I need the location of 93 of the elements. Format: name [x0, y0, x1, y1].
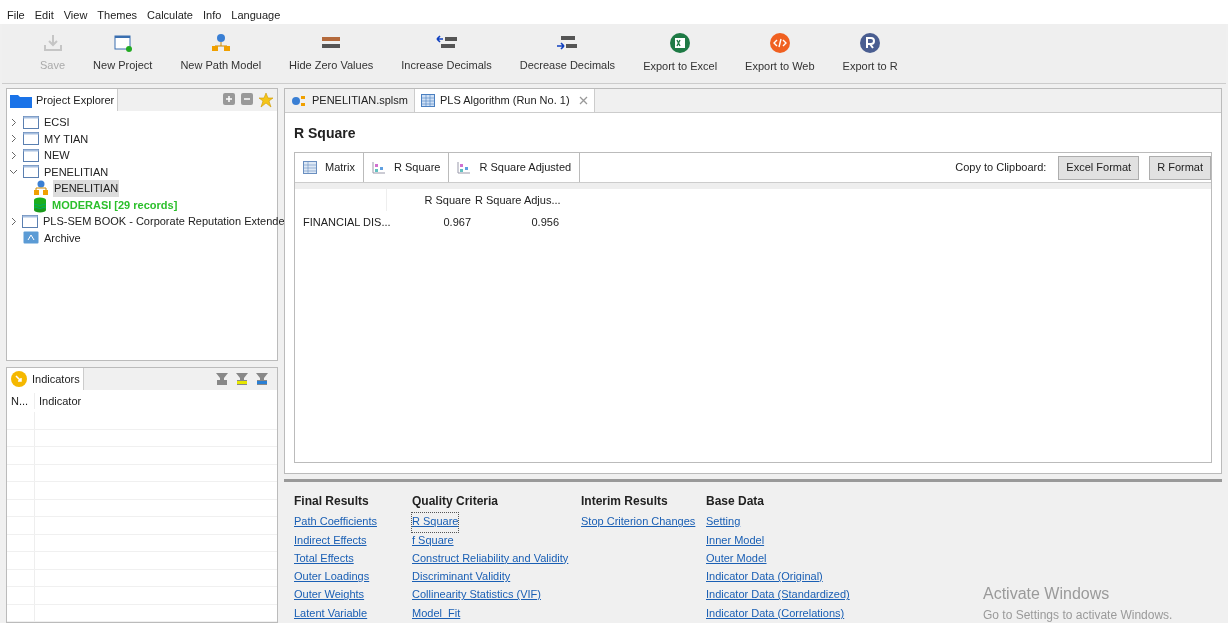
tree-item[interactable]: MY TIAN	[43, 130, 90, 147]
project-icon	[23, 165, 39, 179]
filter-icon[interactable]	[255, 372, 269, 386]
result-link[interactable]: Indicator Data (Standardized)	[706, 586, 850, 605]
menu-item[interactable]: Info	[202, 6, 222, 23]
clipboard-label: Copy to Clipboard:	[955, 160, 1047, 176]
spreadsheet-icon	[669, 32, 692, 55]
toolbar-button[interactable]: New Project	[79, 33, 167, 74]
toolbar-button[interactable]: Export to Excel	[629, 32, 732, 75]
section-heading: Final Results	[294, 493, 369, 511]
tree-item[interactable]: NEW	[43, 147, 71, 164]
section-heading: Interim Results	[581, 493, 668, 511]
tree-item[interactable]: ECSI	[43, 114, 71, 131]
section-heading: Base Data	[706, 493, 765, 511]
chart-icon	[457, 161, 472, 174]
toolbar-button[interactable]: Increase Decimals	[387, 33, 506, 74]
project-icon	[23, 115, 39, 129]
collapsed-caret-icon[interactable]	[9, 150, 19, 160]
database-icon	[33, 196, 47, 213]
chart-icon	[371, 161, 386, 174]
hierarchy-icon	[33, 180, 49, 197]
tree-item[interactable]: Archive	[43, 229, 82, 246]
collapsed-caret-icon[interactable]	[9, 117, 19, 127]
project-icon	[23, 132, 39, 146]
table-icon	[420, 94, 435, 107]
column-header: N...	[7, 392, 35, 410]
node-icon	[291, 94, 307, 107]
panel-tab[interactable]: Project Explorer	[7, 89, 119, 111]
menu-item[interactable]: Edit	[34, 6, 54, 23]
code-icon	[768, 32, 791, 55]
copy-button[interactable]: R Format	[1149, 155, 1211, 180]
collapsed-caret-icon[interactable]	[9, 134, 19, 144]
collapsed-caret-icon[interactable]	[9, 216, 18, 226]
result-link[interactable]: R Square	[412, 513, 459, 532]
section-heading: Quality Criteria	[412, 493, 499, 511]
panel-title: Project Explorer	[36, 92, 115, 108]
activation-notice-title: Activate Windows	[983, 584, 1111, 604]
result-link[interactable]: Indirect Effects	[294, 531, 367, 550]
tree-item[interactable]: PLS-SEM BOOK - Corporate Reputation Extende	[42, 213, 286, 230]
result-link[interactable]: f Square	[412, 531, 454, 550]
archive-icon	[23, 231, 39, 245]
menu-item[interactable]: Calculate	[147, 6, 193, 23]
expand-icon[interactable]	[222, 92, 236, 106]
table-cell-text: 0.956	[530, 214, 560, 230]
copy-button[interactable]: Excel Format	[1058, 155, 1140, 180]
panel-tab[interactable]: Indicators	[7, 368, 84, 390]
toolbar-button[interactable]: Export to R	[828, 32, 912, 75]
result-link[interactable]: Path Coefficients	[294, 513, 377, 532]
collapse-icon[interactable]	[240, 92, 254, 106]
report-title: R Square	[294, 124, 356, 143]
letter-icon	[859, 32, 882, 55]
toolbar-button[interactable]: Hide Zero Values	[275, 33, 388, 74]
result-link[interactable]: Inner Model	[706, 531, 765, 550]
tree-item[interactable]: PENELITIAN	[43, 163, 110, 180]
toolbar-button[interactable]: New Path Model	[166, 33, 276, 74]
toolbar-button[interactable]: Export to Web	[731, 32, 829, 75]
result-link[interactable]: Outer Weights	[294, 586, 365, 605]
menu-item[interactable]: Themes	[97, 6, 138, 23]
close-icon[interactable]	[578, 96, 588, 105]
result-link[interactable]: Model_Fit	[412, 604, 461, 623]
result-link[interactable]: Total Effects	[294, 549, 354, 569]
expanded-caret-icon[interactable]	[9, 167, 19, 177]
result-link[interactable]: Latent Variable	[294, 604, 368, 623]
window-icon	[112, 33, 133, 54]
activation-notice-text: Go to Settings to activate Windows.	[983, 607, 1173, 623]
result-link[interactable]: Outer Loadings	[294, 568, 370, 587]
folder-icon	[10, 92, 32, 108]
project-icon	[23, 148, 39, 162]
menu-item[interactable]: View	[63, 6, 88, 23]
column-header: R Square Adjus...	[475, 192, 562, 208]
result-link[interactable]: Indicator Data (Correlations)	[706, 604, 845, 623]
result-link[interactable]: Collinearity Statistics (VIF)	[412, 586, 541, 605]
editor-tab[interactable]: PLS Algorithm (Run No. 1)	[414, 89, 595, 112]
menu-item[interactable]: Language	[231, 6, 281, 23]
column-header: Indicator	[38, 393, 82, 409]
toolbar-button[interactable]: Decrease Decimals	[505, 33, 630, 74]
filter-icon[interactable]	[235, 372, 249, 386]
filter-icon[interactable]	[215, 372, 229, 386]
result-link[interactable]: Discriminant Validity	[412, 568, 511, 587]
hierarchy-icon	[210, 33, 231, 54]
result-link[interactable]: Indicator Data (Original)	[706, 568, 823, 587]
menu-item[interactable]: File	[7, 6, 25, 23]
column-header: R Square	[423, 192, 472, 208]
result-link[interactable]: Outer Model	[706, 549, 767, 569]
project-icon	[22, 214, 38, 228]
result-link[interactable]: Setting	[706, 513, 741, 532]
tree-item[interactable]: PENELITIAN	[53, 180, 120, 197]
result-link[interactable]: Stop Criterion Changes	[581, 513, 696, 532]
table-icon	[303, 161, 317, 174]
result-link[interactable]: Construct Reliability and Validity	[412, 549, 569, 569]
panel-title: Indicators	[32, 371, 80, 387]
download-icon	[42, 33, 63, 54]
star-icon[interactable]	[258, 92, 274, 108]
